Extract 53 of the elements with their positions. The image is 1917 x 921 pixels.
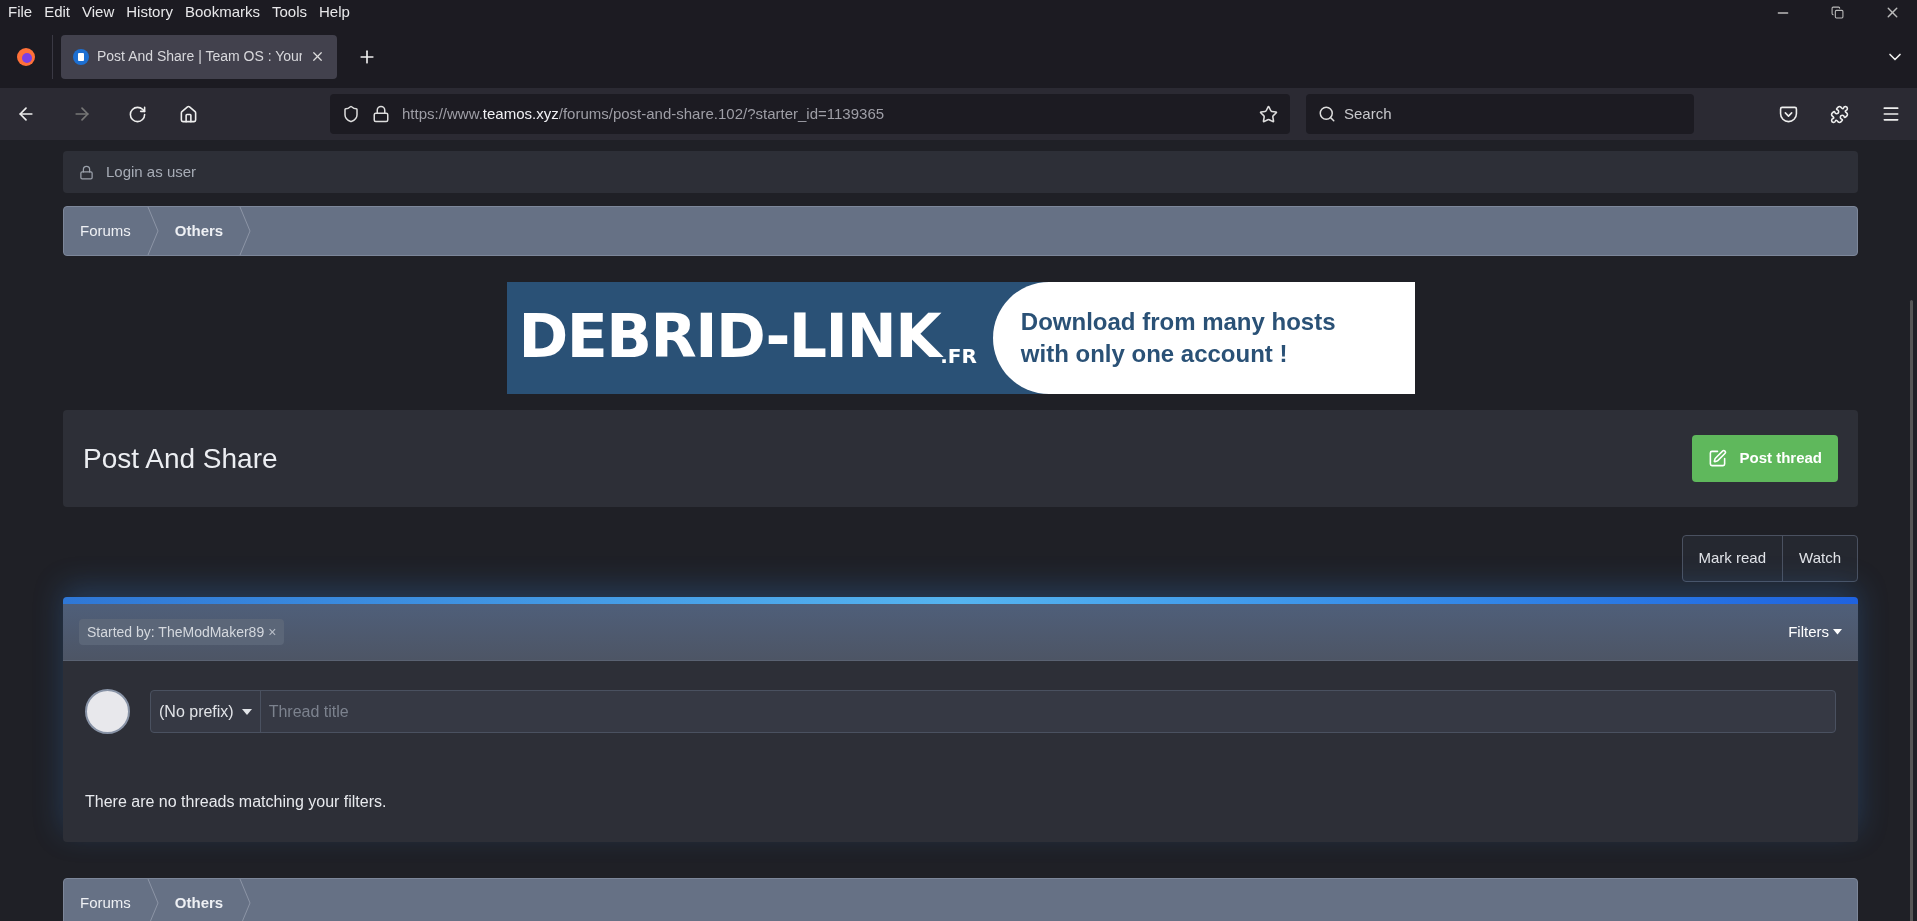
forum-title: Post And Share (83, 441, 278, 476)
menu-item[interactable]: Help (319, 1, 350, 24)
edit-icon (1708, 449, 1728, 468)
address-bar[interactable]: https://www.teamos.xyz/forums/post-and-share.102/?starter_id=1139365 (330, 94, 1290, 134)
chevron-separator-icon (239, 207, 252, 255)
menu-icon[interactable] (1881, 104, 1901, 124)
extensions-icon[interactable] (1830, 104, 1849, 124)
banner-logo: DEBRID-LINK (518, 306, 941, 366)
filters-button[interactable]: Filters (1788, 620, 1842, 644)
search-field[interactable]: Search (1306, 94, 1694, 134)
shield-icon[interactable] (342, 105, 360, 123)
lock-icon[interactable] (372, 105, 390, 123)
banner-tagline: Download from many hosts with only one account ! (1020, 307, 1337, 369)
caret-icon (1833, 629, 1842, 635)
scrollbar-thumb[interactable] (1909, 300, 1913, 921)
breadcrumb-link[interactable]: Forums (64, 879, 147, 921)
reload-icon[interactable] (128, 104, 147, 124)
menu-item[interactable]: Bookmarks (184, 1, 260, 24)
breadcrumb-link[interactable]: Others (158, 207, 240, 255)
login-label: Login as user (106, 161, 197, 182)
thread-title-field[interactable]: (No prefix) Thread title (150, 690, 1836, 733)
pocket-icon[interactable] (1779, 104, 1798, 124)
browser-logo-icon[interactable] (16, 46, 36, 67)
forum-action-button[interactable]: Watch (1782, 536, 1857, 581)
menu-item[interactable]: View (82, 1, 115, 24)
menu-item[interactable]: Edit (44, 1, 71, 24)
forum-action-button[interactable]: Mark read (1682, 536, 1783, 581)
bookmark-star-icon[interactable] (1259, 104, 1278, 124)
avatar (85, 689, 130, 734)
close-tab-icon[interactable] (310, 49, 325, 64)
advertisement-banner[interactable]: DEBRID-LINK.FR Download from many hosts with only one account ! (506, 282, 1415, 394)
chevron-separator-icon (146, 879, 159, 921)
search-icon (1318, 105, 1336, 123)
menu-item[interactable]: Tools (272, 1, 307, 24)
site-favicon-icon (73, 48, 89, 65)
chevron-separator-icon (239, 879, 252, 921)
filter-label: Started by: TheModMaker89 (87, 622, 265, 642)
home-icon[interactable] (179, 104, 198, 124)
breadcrumb-link[interactable]: Others (158, 879, 240, 921)
menu-item[interactable]: History (126, 1, 173, 24)
menu-item[interactable]: File (8, 1, 33, 24)
restore-icon[interactable] (1831, 6, 1844, 19)
thread-title-input[interactable]: Thread title (260, 691, 1835, 732)
breadcrumb-link[interactable]: Forums (64, 207, 147, 255)
empty-message: There are no threads matching your filters. (84, 792, 388, 812)
url-text: https://www.teamos.xyz/forums/post-and-share.102/?starter_id=1139365 (402, 103, 886, 124)
search-input[interactable]: Search (1344, 102, 1682, 126)
login-bar[interactable]: Login as user (63, 151, 1858, 193)
caret-icon (241, 708, 252, 715)
chevron-separator-icon (146, 207, 159, 255)
filter-chip[interactable]: Started by: TheModMaker89 × (79, 619, 285, 645)
lock-icon (79, 164, 94, 180)
prefix-dropdown[interactable]: (No prefix) (151, 691, 261, 732)
